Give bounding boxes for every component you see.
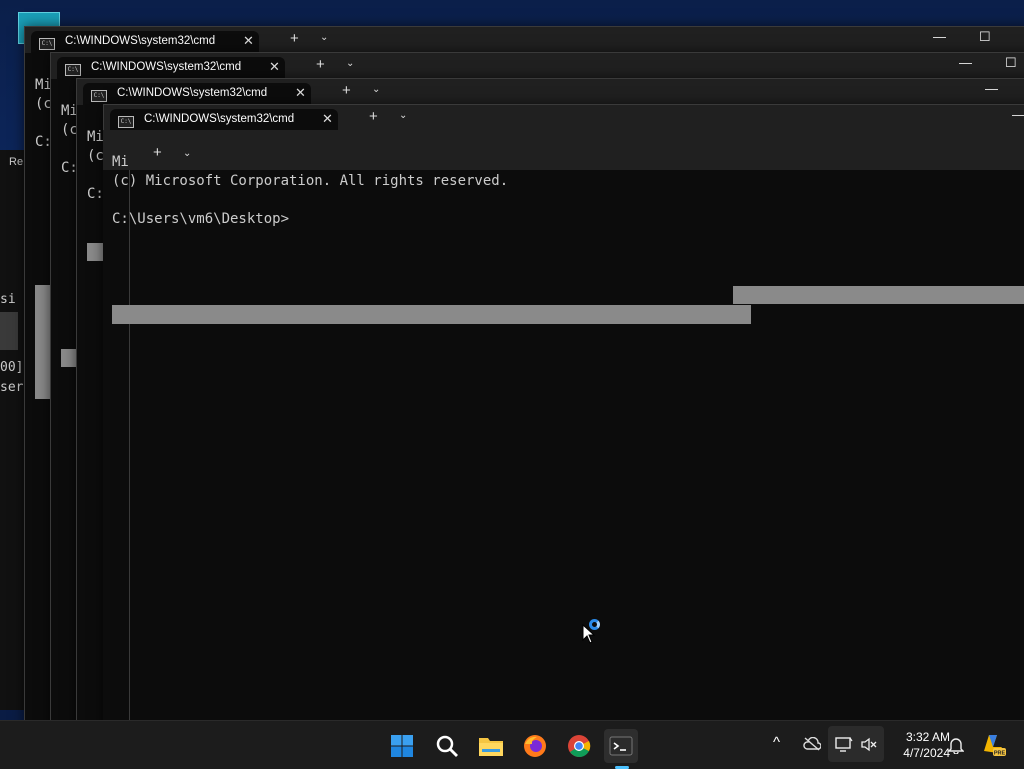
firefox-button[interactable] (518, 729, 552, 763)
chevron-down-icon[interactable]: ⌄ (183, 148, 191, 159)
copilot-pre-icon[interactable]: PRE (980, 731, 1006, 757)
window-divider (129, 170, 130, 720)
windows-logo-icon (391, 735, 413, 757)
minimize-button[interactable]: — (933, 29, 946, 44)
chrome-icon (568, 735, 591, 757)
tab-bar: C:\ C:\WINDOWS\system32\cmd ✕ + ⌄ — (104, 105, 1024, 131)
terminal-prompt[interactable]: C:\Users\vm6\Desktop> (112, 211, 289, 227)
network-icon (835, 737, 853, 752)
close-tab-icon[interactable]: ✕ (322, 111, 333, 127)
terminal-selection (733, 286, 1024, 304)
terminal-line: (c (87, 148, 104, 164)
tab-title: C:\WINDOWS\system32\cmd (91, 61, 242, 73)
chrome-button[interactable] (562, 729, 596, 763)
background-text: si (0, 292, 16, 307)
background-text: ser (0, 380, 24, 395)
background-text: Re (9, 156, 24, 168)
minimize-button[interactable]: — (985, 81, 998, 96)
minimize-button[interactable]: — (1012, 107, 1024, 122)
clock-date: 4/7/2024 (903, 746, 950, 760)
tray-chevron-up-icon[interactable]: ^ (773, 734, 780, 751)
terminal-icon (609, 736, 633, 756)
tab-cmd[interactable]: C:\ C:\WINDOWS\system32\cmd ✕ (31, 31, 259, 53)
tab-title: C:\WINDOWS\system32\cmd (144, 113, 295, 125)
notification-bell-icon[interactable] (948, 736, 964, 754)
volume-muted-icon (861, 737, 877, 752)
maximize-button[interactable]: ☐ (1005, 55, 1017, 71)
terminal-line: Mi (87, 129, 104, 145)
clock-time: 3:32 AM (905, 730, 950, 744)
chevron-down-icon[interactable]: ⌄ (346, 58, 354, 69)
terminal-button[interactable] (604, 729, 638, 763)
background-window-edge (0, 150, 24, 710)
chevron-down-icon[interactable]: ⌄ (399, 110, 407, 121)
chevron-down-icon[interactable]: ⌄ (372, 84, 380, 95)
minimize-button[interactable]: — (959, 55, 972, 70)
background-window-selection (0, 312, 18, 350)
tab-bar: C:\ C:\WINDOWS\system32\cmd ✕ + ⌄ — ☐ (51, 53, 1024, 79)
tab-cmd[interactable]: C:\ C:\WINDOWS\system32\cmd ✕ (83, 83, 311, 105)
svg-text:PRE: PRE (994, 751, 1006, 757)
cmd-icon: C:\ (39, 38, 55, 50)
cmd-window-front[interactable]: + ⌄ Mi (c) Microsoft Corporation. All ri… (103, 130, 1024, 720)
new-tab-button[interactable]: + (153, 144, 162, 161)
cmd-icon: C:\ (91, 90, 107, 102)
tab-cmd[interactable]: C:\ C:\WINDOWS\system32\cmd ✕ (110, 109, 338, 131)
chevron-down-icon[interactable]: ⌄ (320, 32, 328, 43)
folder-icon (479, 738, 503, 756)
terminal-selection (112, 305, 751, 324)
maximize-button[interactable]: ☐ (979, 29, 991, 45)
close-tab-icon[interactable]: ✕ (295, 85, 306, 101)
cmd-icon: C:\ (118, 116, 134, 128)
onedrive-offline-icon[interactable] (803, 737, 821, 751)
tab-bar: C:\ C:\WINDOWS\system32\cmd ✕ + ⌄ — (77, 79, 1024, 105)
terminal-line: Mi (112, 154, 129, 170)
new-tab-button[interactable]: + (369, 108, 378, 125)
new-tab-button[interactable]: + (316, 56, 325, 73)
new-tab-button[interactable]: + (342, 82, 351, 99)
cmd-icon: C:\ (65, 64, 81, 76)
terminal-copyright: (c) Microsoft Corporation. All rights re… (112, 173, 509, 189)
taskbar: ^ 3:32 AM 4/7/2024 PRE (0, 720, 1024, 769)
terminal-line: C: (87, 186, 104, 202)
close-tab-icon[interactable]: ✕ (269, 59, 280, 75)
tab-bar: + ⌄ (103, 130, 1024, 170)
background-text: 00] (0, 360, 24, 375)
new-tab-button[interactable]: + (290, 30, 299, 47)
tab-cmd[interactable]: C:\ C:\WINDOWS\system32\cmd ✕ (57, 57, 285, 79)
file-explorer-button[interactable] (474, 729, 508, 763)
tab-title: C:\WINDOWS\system32\cmd (117, 87, 268, 99)
close-tab-icon[interactable]: ✕ (243, 33, 254, 49)
network-volume-group[interactable] (828, 726, 884, 762)
busy-spinner-icon (589, 619, 600, 630)
start-button[interactable] (385, 729, 419, 763)
firefox-icon (524, 735, 546, 757)
search-button[interactable] (430, 729, 464, 763)
clock[interactable]: 3:32 AM 4/7/2024 (886, 729, 950, 761)
tab-title: C:\WINDOWS\system32\cmd (65, 35, 216, 47)
search-icon (436, 735, 458, 757)
tab-bar: C:\ C:\WINDOWS\system32\cmd ✕ + ⌄ — ☐ (25, 27, 1024, 53)
desktop: Re si 00] ser C:\ C:\WINDOWS\system32\cm… (0, 0, 1024, 720)
